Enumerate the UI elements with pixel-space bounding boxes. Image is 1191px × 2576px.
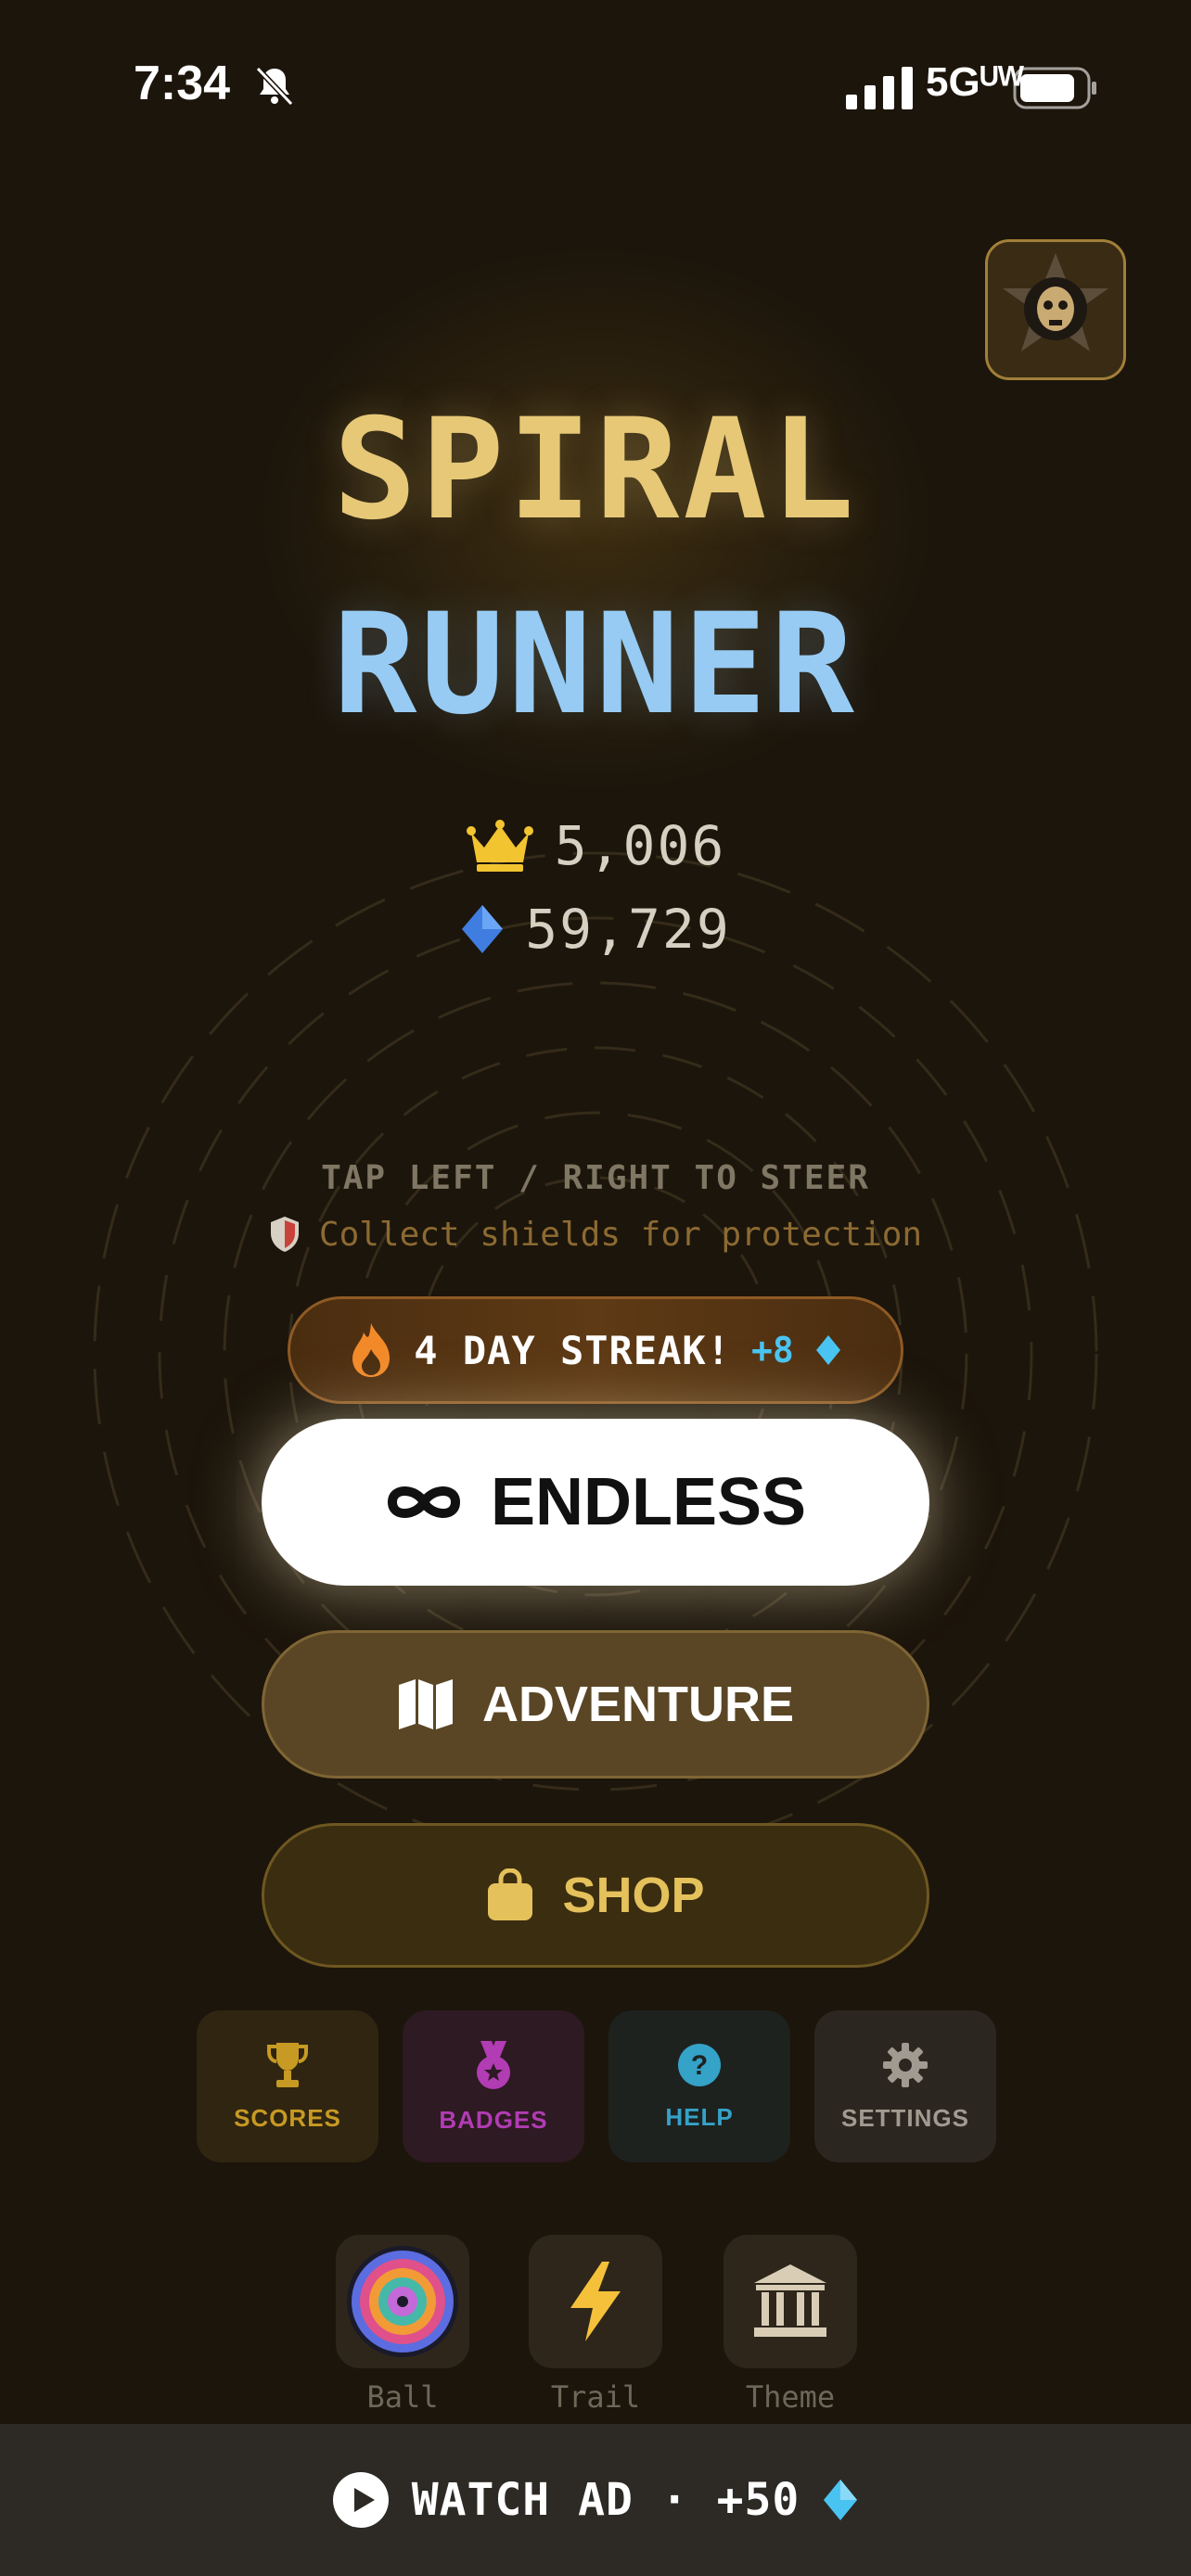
watch-ad-label: WATCH AD · +50: [411, 2474, 800, 2526]
scores-tile[interactable]: SCORES: [197, 2010, 378, 2162]
adventure-label: ADVENTURE: [481, 1677, 795, 1732]
play-icon: [332, 2472, 389, 2528]
gear-icon: [883, 2042, 928, 2087]
title-line-1: SPIRAL: [333, 389, 858, 551]
gem-icon: [824, 2480, 858, 2520]
streak-label: 4 DAY STREAK!: [414, 1327, 731, 1373]
status-bar: 7:34 5Gᵁᵂ: [0, 0, 1191, 176]
trophy-icon: [267, 2042, 308, 2087]
gems-row: 59,729: [0, 898, 1191, 961]
steer-hint: TAP LEFT / RIGHT TO STEER: [321, 1159, 870, 1197]
adventure-button[interactable]: ADVENTURE: [262, 1630, 929, 1779]
question-icon: ?: [678, 2043, 721, 2086]
shield-icon: [270, 1217, 299, 1252]
trail-label: Trail: [550, 2379, 641, 2415]
lightning-icon: [570, 2262, 621, 2341]
streak-banner: 4 DAY STREAK! +8: [288, 1296, 903, 1404]
endless-button[interactable]: ENDLESS: [262, 1419, 929, 1586]
status-time: 7:34: [134, 57, 231, 110]
trail-selector[interactable]: [529, 2235, 662, 2368]
profile-avatar-button[interactable]: [985, 239, 1126, 380]
bell-muted-icon: [255, 66, 294, 107]
best-score-value: 5,006: [554, 814, 726, 877]
gem-icon: [815, 1335, 840, 1365]
scores-label: SCORES: [234, 2103, 341, 2132]
infinity-icon: [387, 1486, 460, 1518]
theme-label: Theme: [745, 2379, 836, 2415]
map-icon: [398, 1679, 453, 1729]
badges-label: BADGES: [439, 2105, 548, 2134]
help-tile[interactable]: ? HELP: [608, 2010, 790, 2162]
medal-icon: [477, 2040, 510, 2089]
shop-button[interactable]: SHOP: [262, 1823, 929, 1968]
settings-tile[interactable]: SETTINGS: [814, 2010, 996, 2162]
shield-hint: Collect shields for protection: [0, 1215, 1191, 1254]
streak-bonus: +8: [750, 1330, 794, 1371]
theme-selector[interactable]: [724, 2235, 857, 2368]
skull-icon: [1003, 253, 1108, 351]
title-line-2: RUNNER: [333, 584, 858, 746]
background-glow: [0, 0, 1191, 2576]
ball-selector[interactable]: [336, 2235, 469, 2368]
settings-label: SETTINGS: [840, 2103, 969, 2132]
svg-text:?: ?: [691, 2050, 708, 2081]
shop-label: SHOP: [562, 1868, 705, 1923]
temple-icon: [754, 2264, 826, 2337]
badges-tile[interactable]: BADGES: [403, 2010, 584, 2162]
shield-hint-text: Collect shields for protection: [318, 1215, 923, 1254]
endless-label: ENDLESS: [490, 1465, 807, 1539]
shopping-bag-icon: [488, 1868, 533, 1920]
gems-value: 59,729: [525, 898, 731, 961]
fire-icon: [352, 1323, 391, 1377]
network-label: 5Gᵁᵂ: [926, 59, 1024, 105]
ball-icon: [347, 2246, 458, 2357]
watch-ad-button[interactable]: WATCH AD · +50: [0, 2424, 1191, 2576]
signal-icon: [846, 67, 913, 109]
ball-label: Ball: [366, 2379, 439, 2415]
battery-icon: [1013, 67, 1096, 109]
help-label: HELP: [665, 2102, 734, 2131]
best-score-row: 5,006: [0, 814, 1191, 877]
crown-icon: [466, 820, 533, 872]
gem-icon: [462, 905, 504, 953]
